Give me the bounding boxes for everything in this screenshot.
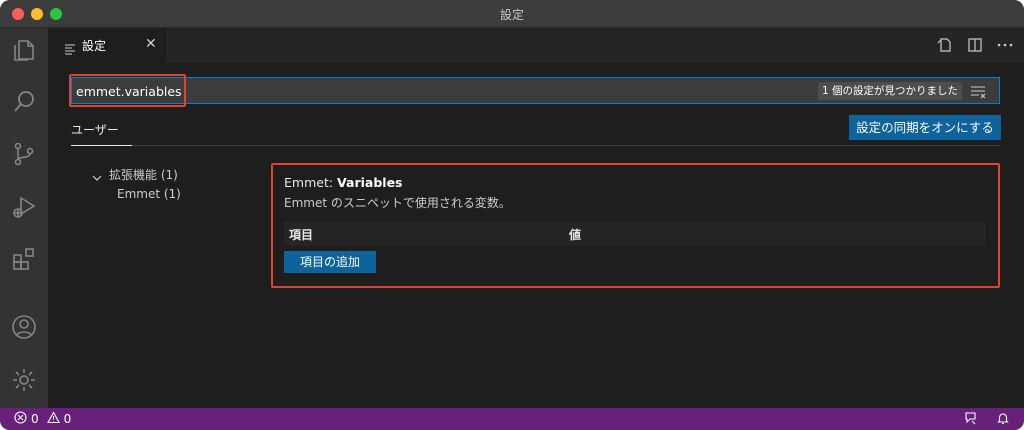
setting-title: Emmet: Variables [284, 175, 403, 190]
clear-filter-icon[interactable] [970, 84, 986, 99]
chevron-down-icon[interactable] [92, 168, 102, 181]
editor-actions [936, 36, 1014, 54]
activity-bar [0, 28, 48, 408]
search-highlight-box [69, 74, 186, 107]
setting-description: Emmet のスニペットで使用される変数。 [284, 196, 511, 210]
window-title: 設定 [499, 8, 524, 22]
toc-item-emmet[interactable]: Emmet (1) [117, 187, 181, 201]
warning-icon [46, 411, 60, 427]
explorer-icon[interactable] [10, 36, 38, 64]
scope-divider [71, 145, 1000, 146]
error-icon [14, 411, 27, 427]
error-count: 0 [31, 412, 39, 426]
account-icon[interactable] [10, 313, 38, 341]
vscode-window: 設定 設定 ✕ emmet.variables 1 個の設定が見つかりました ユ… [0, 0, 1024, 430]
settings-list-icon [64, 40, 76, 55]
extensions-icon[interactable] [10, 245, 38, 273]
open-settings-json-icon[interactable] [936, 36, 954, 54]
title-bar: 設定 [0, 0, 1024, 28]
toc-item-extensions[interactable]: 拡張機能 (1) [109, 166, 178, 183]
editor-tab-bar: 設定 ✕ [48, 28, 1024, 63]
status-bar: 0 0 [0, 408, 1024, 430]
split-editor-icon[interactable] [966, 36, 984, 54]
active-scope-indicator [71, 145, 132, 146]
feedback-icon[interactable] [964, 411, 978, 428]
result-count-badge: 1 個の設定が見つかりました [818, 82, 963, 100]
status-bar-right [964, 411, 1010, 428]
column-header-value: 値 [569, 228, 582, 242]
key-value-table-header: 項目 値 [284, 222, 986, 246]
problems-indicator[interactable]: 0 0 [14, 411, 71, 427]
tab-label: 設定 [82, 39, 107, 53]
search-icon[interactable] [10, 88, 38, 116]
run-debug-icon[interactable] [10, 193, 38, 221]
setting-name: Variables [337, 175, 403, 190]
tab-settings[interactable]: 設定 ✕ [48, 28, 166, 63]
setting-category: Emmet: [284, 175, 338, 190]
tab-close-icon[interactable]: ✕ [145, 36, 157, 52]
tab-user-scope[interactable]: ユーザー [71, 121, 119, 138]
notifications-bell-icon[interactable] [996, 411, 1010, 428]
turn-on-sync-button[interactable]: 設定の同期をオンにする [849, 115, 1001, 140]
add-item-button[interactable]: 項目の追加 [284, 251, 376, 273]
source-control-icon[interactable] [10, 140, 38, 168]
column-header-item: 項目 [289, 228, 314, 242]
warning-count: 0 [63, 412, 72, 426]
manage-gear-icon[interactable] [10, 366, 38, 394]
more-actions-icon[interactable] [996, 36, 1014, 54]
